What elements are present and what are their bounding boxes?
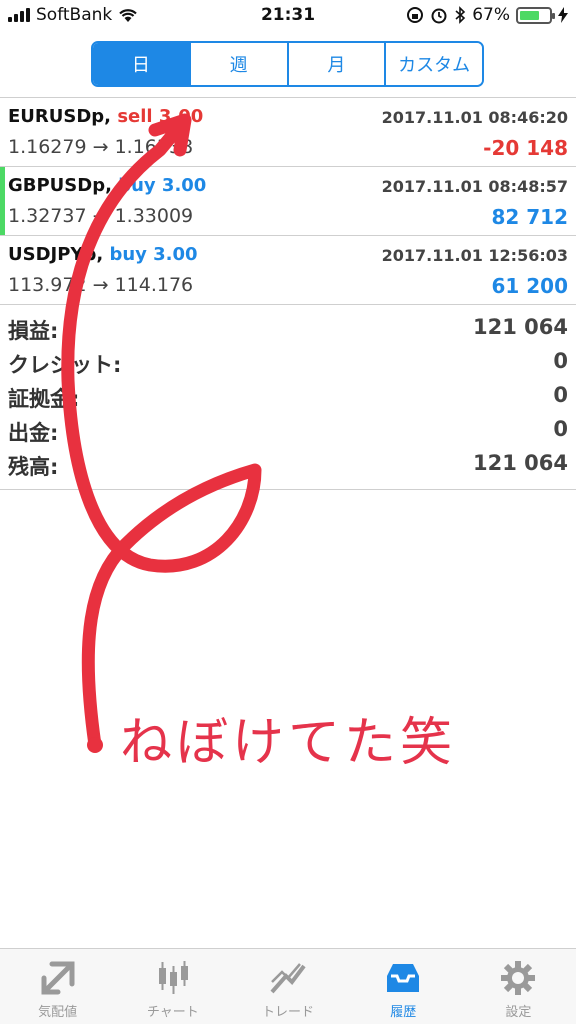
battery-percent: 67% bbox=[472, 5, 510, 25]
summary-label: クレジット: bbox=[8, 353, 122, 377]
summary-row-deposit: 証拠金: 0 bbox=[0, 379, 576, 413]
trade-symbol: EURUSDp, bbox=[8, 106, 112, 127]
tab-label: 設定 bbox=[505, 1005, 532, 1020]
trade-prices: 1.16279 → 1.16338 bbox=[8, 136, 194, 158]
trade-prices: 113.972 → 114.176 bbox=[8, 274, 194, 296]
annotation-text: ねぼけてた笑 bbox=[120, 713, 457, 773]
summary-label: 残高: bbox=[8, 455, 59, 479]
tab-label: チャート bbox=[146, 1005, 199, 1020]
tab-chart[interactable]: チャート bbox=[115, 949, 230, 1024]
summary-value: 121 064 bbox=[473, 315, 568, 339]
tab-month[interactable]: 月 bbox=[288, 43, 387, 85]
tab-trade[interactable]: トレード bbox=[230, 949, 345, 1024]
trade-symbol: GBPUSDp, bbox=[8, 175, 112, 196]
history-icon bbox=[387, 964, 420, 992]
bottom-tab-bar: 気配値 チャート トレード 履歴 設定 bbox=[0, 948, 576, 1024]
trade-time: 2017.11.01 12:56:03 bbox=[381, 246, 568, 265]
summary-value: 0 bbox=[553, 417, 568, 441]
status-bar: SoftBank 21:31 67% bbox=[0, 0, 576, 34]
summary-label: 出金: bbox=[8, 421, 59, 445]
period-selector: 日 週 月 カスタム bbox=[91, 41, 484, 87]
summary-row-balance: 残高: 121 064 bbox=[0, 447, 576, 481]
summary-row-credit: クレジット: 0 bbox=[0, 345, 576, 379]
summary-value: 121 064 bbox=[473, 451, 568, 475]
account-summary: 損益: 121 064 クレジット: 0 証拠金: 0 出金: 0 残高: 12… bbox=[0, 311, 576, 490]
summary-value: 0 bbox=[553, 383, 568, 407]
settings-icon bbox=[501, 961, 536, 995]
summary-label: 損益: bbox=[8, 319, 59, 343]
battery-icon bbox=[516, 6, 555, 24]
trade-prices: 1.32737 → 1.33009 bbox=[8, 205, 194, 227]
charging-icon bbox=[558, 7, 568, 23]
summary-row-profit: 損益: 121 064 bbox=[0, 311, 576, 345]
chart-icon bbox=[158, 961, 188, 994]
tab-label: 履歴 bbox=[390, 1005, 417, 1020]
trade-icon bbox=[270, 963, 306, 994]
summary-label: 証拠金: bbox=[8, 387, 80, 411]
tab-week[interactable]: 週 bbox=[190, 43, 289, 85]
alarm-icon bbox=[431, 8, 447, 24]
trade-row[interactable]: USDJPYp, buy 3.00 2017.11.01 12:56:03 11… bbox=[0, 236, 576, 305]
trade-side: buy 3.00 bbox=[118, 175, 207, 196]
tab-quotes[interactable]: 気配値 bbox=[0, 949, 115, 1024]
trade-side: buy 3.00 bbox=[109, 244, 198, 265]
rotation-lock-icon bbox=[407, 7, 424, 23]
tab-custom[interactable]: カスタム bbox=[386, 43, 482, 85]
trade-row[interactable]: EURUSDp, sell 3.00 2017.11.01 08:46:20 1… bbox=[0, 98, 576, 167]
tab-label: トレード bbox=[262, 1005, 315, 1020]
quotes-icon bbox=[41, 961, 75, 995]
tab-day[interactable]: 日 bbox=[93, 43, 191, 85]
trade-profit: 61 200 bbox=[491, 274, 568, 298]
summary-row-withdrawal: 出金: 0 bbox=[0, 413, 576, 447]
trade-row[interactable]: GBPUSDp, buy 3.00 2017.11.01 08:48:57 1.… bbox=[0, 167, 576, 236]
trade-time: 2017.11.01 08:48:57 bbox=[381, 177, 568, 196]
trade-side: sell 3.00 bbox=[117, 106, 204, 127]
bluetooth-icon bbox=[455, 6, 466, 24]
trade-symbol: USDJPYp, bbox=[8, 244, 104, 265]
tab-label: 気配値 bbox=[38, 1005, 78, 1020]
trade-profit: -20 148 bbox=[483, 136, 568, 160]
trade-profit: 82 712 bbox=[491, 205, 568, 229]
tab-history[interactable]: 履歴 bbox=[346, 949, 461, 1024]
tab-settings[interactable]: 設定 bbox=[461, 949, 576, 1024]
summary-value: 0 bbox=[553, 349, 568, 373]
trade-time: 2017.11.01 08:46:20 bbox=[381, 108, 568, 127]
trade-history-list: EURUSDp, sell 3.00 2017.11.01 08:46:20 1… bbox=[0, 97, 576, 305]
